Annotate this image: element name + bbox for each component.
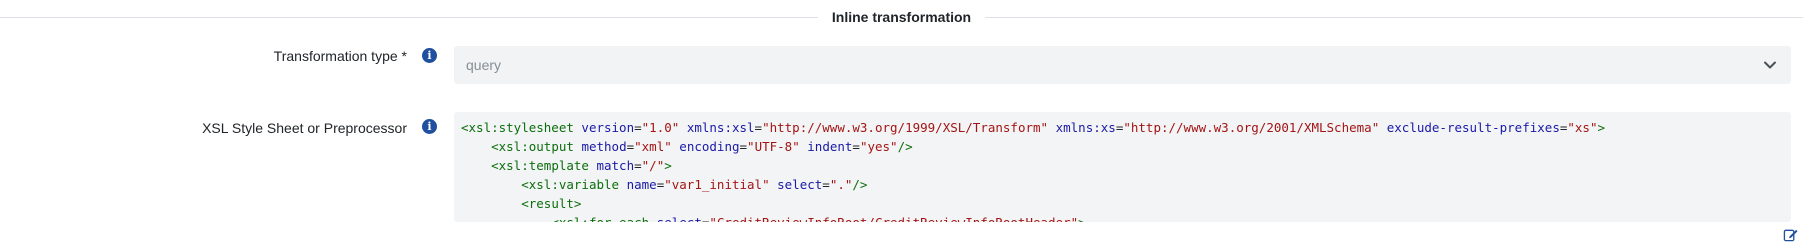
code-line: <xsl:variable name="var1_initial" select… [521, 177, 868, 192]
edit-icon[interactable] [1783, 227, 1798, 242]
section-header: Inline transformation [0, 0, 1803, 34]
code-line: <xsl:template match="/"> [491, 158, 672, 173]
section-divider-left [0, 17, 818, 18]
code-line: <result> [521, 196, 582, 211]
code-lines: <xsl:stylesheet version="1.0" xmlns:xsl=… [461, 118, 1605, 222]
xsl-code-editor[interactable]: <xsl:stylesheet version="1.0" xmlns:xsl=… [454, 112, 1791, 222]
transformation-type-label: Transformation type * [273, 48, 407, 64]
chevron-down-icon [1764, 61, 1776, 69]
transformation-type-value: query [466, 57, 502, 73]
code-line: <xsl:output method="xml" encoding="UTF-8… [491, 139, 913, 154]
code-line: <xsl:for-each select="CreditReviewInfoRo… [461, 213, 1605, 222]
transformation-type-select[interactable]: query [454, 46, 1791, 84]
section-title: Inline transformation [831, 9, 972, 25]
inline-transformation-panel: Inline transformation Transformation typ… [0, 0, 1803, 249]
xsl-stylesheet-label: XSL Style Sheet or Preprocessor [202, 120, 407, 136]
info-circle-icon[interactable]: i [422, 48, 437, 63]
info-circle-icon[interactable]: i [422, 119, 437, 134]
section-divider-right [985, 17, 1803, 18]
code-line: <xsl:stylesheet version="1.0" xmlns:xsl=… [461, 120, 1606, 135]
